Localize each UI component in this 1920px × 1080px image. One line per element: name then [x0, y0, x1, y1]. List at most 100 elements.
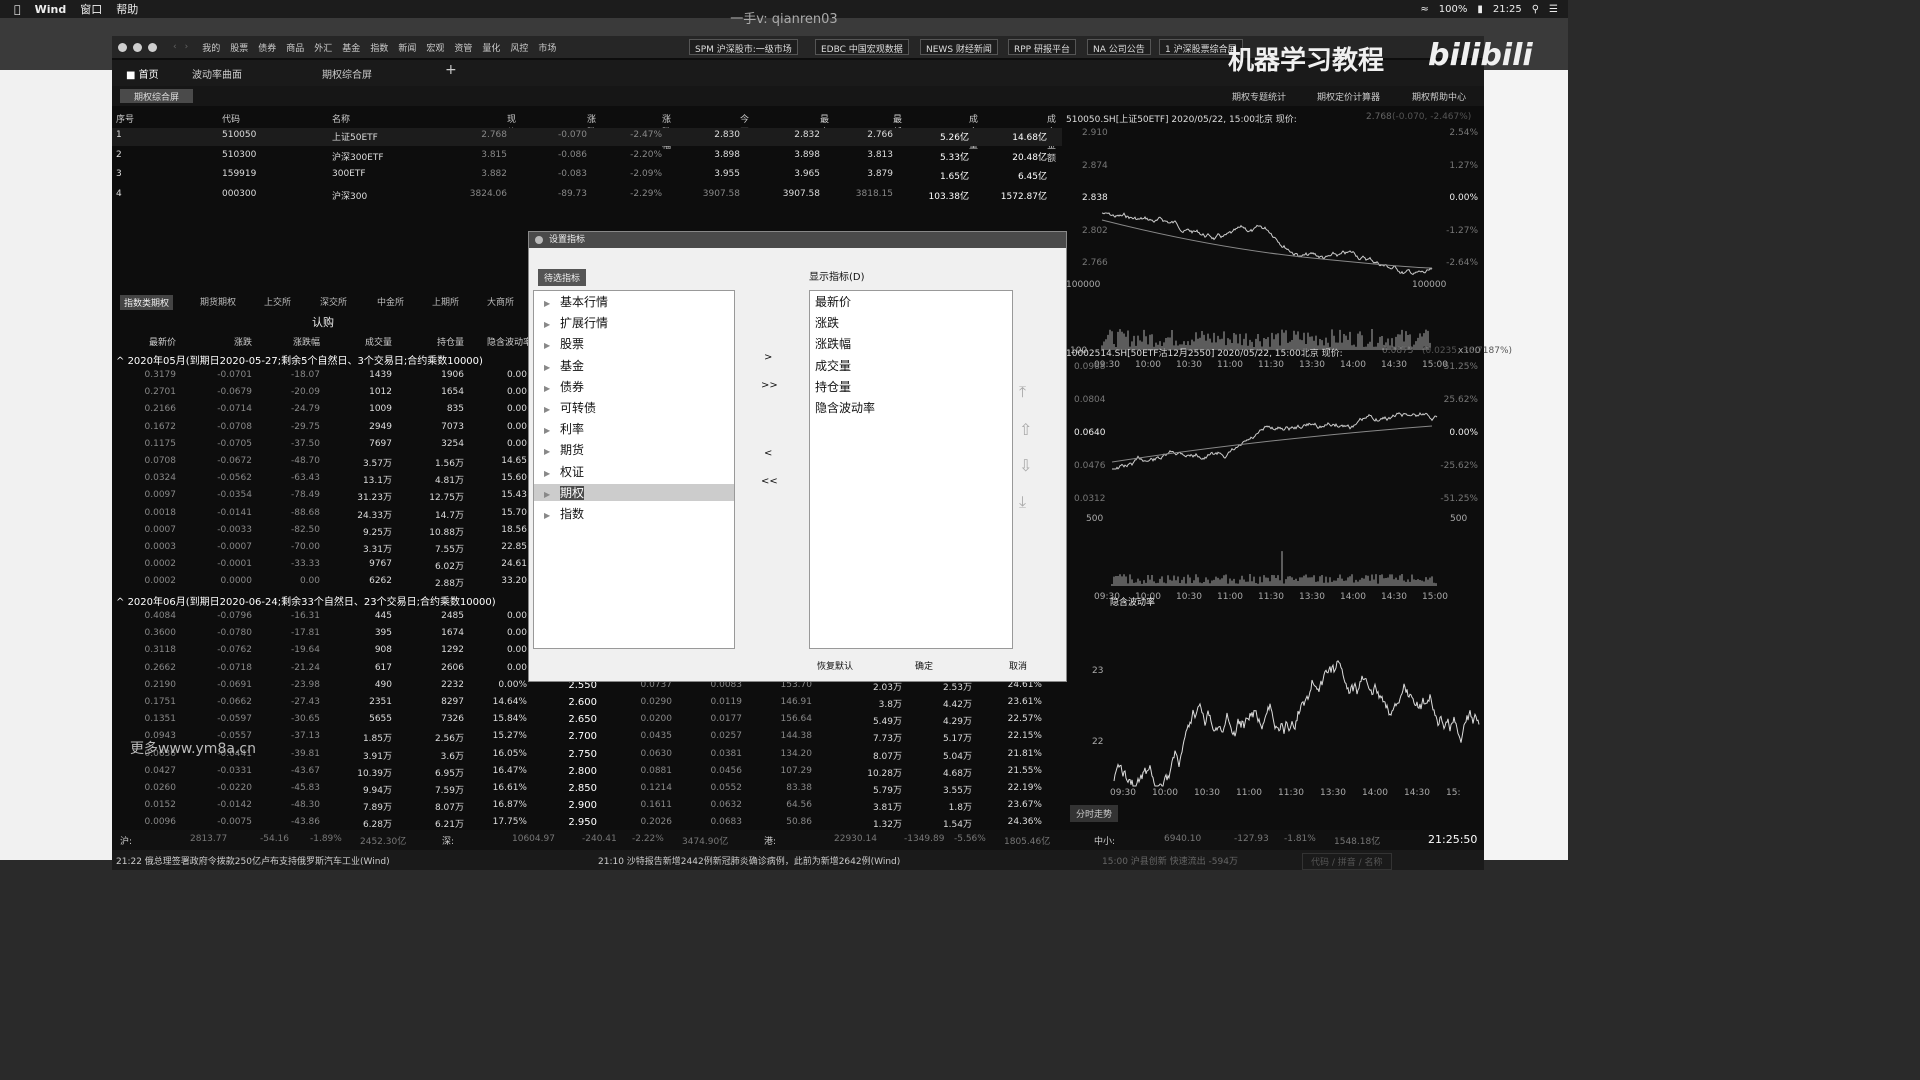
nav-item[interactable]: 新闻 — [398, 41, 416, 54]
index-name[interactable]: 港: — [764, 834, 776, 847]
close-window-button[interactable] — [118, 42, 127, 52]
exchange-tab-4[interactable]: 中金所 — [377, 295, 404, 308]
toolbar-news-button[interactable]: NEWS 财经新闻 — [920, 39, 998, 55]
top-table-row[interactable]: 3 159919 300ETF 3.882 -0.083 -2.09% 3.955 3.965… — [112, 167, 1062, 185]
top-table-row[interactable]: 1 510050 上证50ETF 2.768 -0.070 -2.47% 2.830 2.83… — [112, 128, 1062, 146]
add-tab-button[interactable]: + — [445, 62, 457, 78]
expand-arrow-icon[interactable]: ▶ — [544, 341, 560, 350]
tree-item-1[interactable]: ▶ 扩展行情 — [544, 314, 608, 331]
exchange-tab-6[interactable]: 大商所 — [487, 295, 514, 308]
nav-item[interactable]: 市场 — [538, 41, 556, 54]
option-help-link[interactable]: 期权帮助中心 — [1412, 90, 1466, 103]
nav-item[interactable]: 基金 — [342, 41, 360, 54]
top-table-row[interactable]: 4 000300 沪深300 3824.06 -89.73 -2.29% 3907.58 39… — [112, 187, 1062, 205]
back-arrow-icon[interactable]: ‹ — [173, 42, 177, 52]
move-top-icon[interactable]: ⤒ — [1019, 382, 1026, 402]
option-row[interactable]: 0.1351 -0.0597 -30.65 5655 7326 15.84% 2.650 0.… — [112, 712, 1062, 728]
cancel-button[interactable]: 取消 — [1009, 659, 1027, 672]
shown-indicators-list[interactable]: 最新价涨跌涨跌幅成交量持仓量隐含波动率 — [809, 290, 1013, 649]
tree-item-0[interactable]: ▶ 基本行情 — [544, 293, 608, 310]
tree-item-2[interactable]: ▶ 股票 — [544, 335, 584, 352]
tab-home[interactable]: ■ 首页 — [126, 66, 159, 81]
expand-arrow-icon[interactable]: ▶ — [544, 469, 560, 478]
code-search-input[interactable]: 代码 / 拼音 / 名称 — [1302, 853, 1392, 870]
tree-item-5[interactable]: ▶ 可转债 — [544, 399, 596, 416]
tree-item-10[interactable]: ▶ 指数 — [544, 505, 584, 522]
option-row[interactable]: 0.0152 -0.0142 -48.30 7.89万 8.07万 16.87% 2.900… — [112, 798, 1062, 814]
shown-item-0[interactable]: 最新价 — [815, 293, 851, 310]
exchange-tab-3[interactable]: 深交所 — [320, 295, 347, 308]
tree-item-9[interactable]: ▶ 期权 — [534, 483, 734, 501]
toolbar-rpp-button[interactable]: RPP 研报平台 — [1008, 39, 1076, 55]
nav-item[interactable]: 我的 — [202, 41, 220, 54]
expand-arrow-icon[interactable]: ▶ — [544, 384, 560, 393]
intraday-trend-button[interactable]: 分时走势 — [1070, 805, 1119, 822]
tree-item-4[interactable]: ▶ 债券 — [544, 378, 584, 395]
expand-arrow-icon[interactable]: ▶ — [544, 320, 560, 329]
expiry-group-header[interactable]: ^ 2020年06月(到期日2020-06-24;剩余33个自然日、23个交易日… — [116, 593, 496, 608]
move-left-button[interactable]: < — [764, 448, 772, 459]
top-table-row[interactable]: 2 510300 沪深300ETF 3.815 -0.086 -2.20% 3.898 3.8… — [112, 148, 1062, 166]
index-name[interactable]: 中小: — [1094, 834, 1115, 847]
forward-arrow-icon[interactable]: › — [185, 42, 189, 52]
exchange-tab-2[interactable]: 上交所 — [264, 295, 291, 308]
option-row[interactable]: 0.0427 -0.0331 -43.67 10.39万 6.95万 16.47% 2.80… — [112, 764, 1062, 780]
shown-item-5[interactable]: 隐含波动率 — [815, 399, 875, 416]
news-item-1[interactable]: 21:22 俄总理签署政府令拨款250亿卢布支持俄罗斯汽车工业(Wind) — [116, 854, 390, 867]
exchange-tab-1[interactable]: 期货期权 — [200, 295, 236, 308]
move-bottom-icon[interactable]: ⤓ — [1019, 492, 1026, 512]
sub-tab-option-screen[interactable]: 期权综合屏 — [120, 89, 194, 103]
expiry-group-header[interactable]: ^ 2020年05月(到期日2020-05-27;剩余5个自然日、3个交易日;合… — [116, 352, 483, 367]
nav-item[interactable]: 股票 — [230, 41, 248, 54]
expand-arrow-icon[interactable]: ▶ — [544, 447, 560, 456]
tree-item-7[interactable]: ▶ 期货 — [544, 441, 584, 458]
expand-arrow-icon[interactable]: ▶ — [544, 405, 560, 414]
restore-default-button[interactable]: 恢复默认 — [817, 659, 853, 672]
shown-item-3[interactable]: 成交量 — [815, 357, 851, 374]
shown-item-2[interactable]: 涨跌幅 — [815, 335, 851, 352]
nav-item[interactable]: 风控 — [510, 41, 528, 54]
shown-item-1[interactable]: 涨跌 — [815, 314, 839, 331]
tree-item-6[interactable]: ▶ 利率 — [544, 420, 584, 437]
zoom-window-button[interactable] — [148, 42, 157, 52]
index-name[interactable]: 深: — [442, 834, 454, 847]
option-row[interactable]: 0.0096 -0.0075 -43.86 6.28万 6.21万 17.75% 2.950… — [112, 815, 1062, 831]
news-item-2[interactable]: 21:10 沙特报告新增2442例新冠肺炎确诊病例，此前为新增2642例(Win… — [598, 854, 900, 867]
nav-item[interactable]: 外汇 — [314, 41, 332, 54]
option-row[interactable]: 0.1751 -0.0662 -27.43 2351 8297 14.64% 2.600 0.… — [112, 695, 1062, 711]
tab-option-screen[interactable]: 期权综合屏 — [322, 66, 372, 81]
expand-arrow-icon[interactable]: ▶ — [544, 511, 560, 520]
ok-button[interactable]: 确定 — [915, 659, 933, 672]
move-all-left-button[interactable]: << — [761, 476, 778, 487]
toolbar-edbc-button[interactable]: EDBC 中国宏观数据 — [815, 39, 909, 55]
exchange-tab-0[interactable]: 指数类期权 — [120, 295, 174, 310]
option-row[interactable]: 0.0260 -0.0220 -45.83 9.94万 7.59万 16.61% 2.850… — [112, 781, 1062, 797]
move-up-icon[interactable]: ⇧ — [1019, 420, 1032, 439]
move-right-button[interactable]: > — [764, 352, 772, 363]
flow-alert[interactable]: 15:00 沪县创新 快速流出 -594万 — [1102, 854, 1238, 867]
option-stats-link[interactable]: 期权专题统计 — [1232, 90, 1286, 103]
available-indicators-tree[interactable]: ▶ 基本行情 ▶ 扩展行情 ▶ 股票 ▶ 基金 ▶ 债券 ▶ 可转债 ▶ 利率 ▶ 期货 ▶ 权证 ▶ 期权 ▶ 指数 — [533, 290, 735, 649]
nav-item[interactable]: 指数 — [370, 41, 388, 54]
tab-vol-surface[interactable]: 波动率曲面 — [192, 66, 242, 81]
shown-item-4[interactable]: 持仓量 — [815, 378, 851, 395]
move-all-right-button[interactable]: >> — [761, 380, 778, 391]
option-pricing-calculator-link[interactable]: 期权定价计算器 — [1317, 90, 1380, 103]
nav-item[interactable]: 资管 — [454, 41, 472, 54]
toolbar-na-button[interactable]: NA 公司公告 — [1087, 39, 1151, 55]
nav-item[interactable]: 量化 — [482, 41, 500, 54]
expand-arrow-icon[interactable]: ▶ — [544, 490, 560, 499]
minimize-window-button[interactable] — [133, 42, 142, 52]
nav-item[interactable]: 商品 — [286, 41, 304, 54]
exchange-tab-5[interactable]: 上期所 — [432, 295, 459, 308]
index-name[interactable]: 沪: — [120, 834, 132, 847]
nav-item[interactable]: 债券 — [258, 41, 276, 54]
expand-arrow-icon[interactable]: ▶ — [544, 299, 560, 308]
move-down-icon[interactable]: ⇩ — [1019, 456, 1032, 475]
toolbar-spm-button[interactable]: SPM 沪深股市:一级市场 — [689, 39, 798, 55]
expand-arrow-icon[interactable]: ▶ — [544, 363, 560, 372]
nav-item[interactable]: 宏观 — [426, 41, 444, 54]
expand-arrow-icon[interactable]: ▶ — [544, 426, 560, 435]
tree-item-8[interactable]: ▶ 权证 — [544, 463, 584, 480]
tree-item-3[interactable]: ▶ 基金 — [544, 357, 584, 374]
